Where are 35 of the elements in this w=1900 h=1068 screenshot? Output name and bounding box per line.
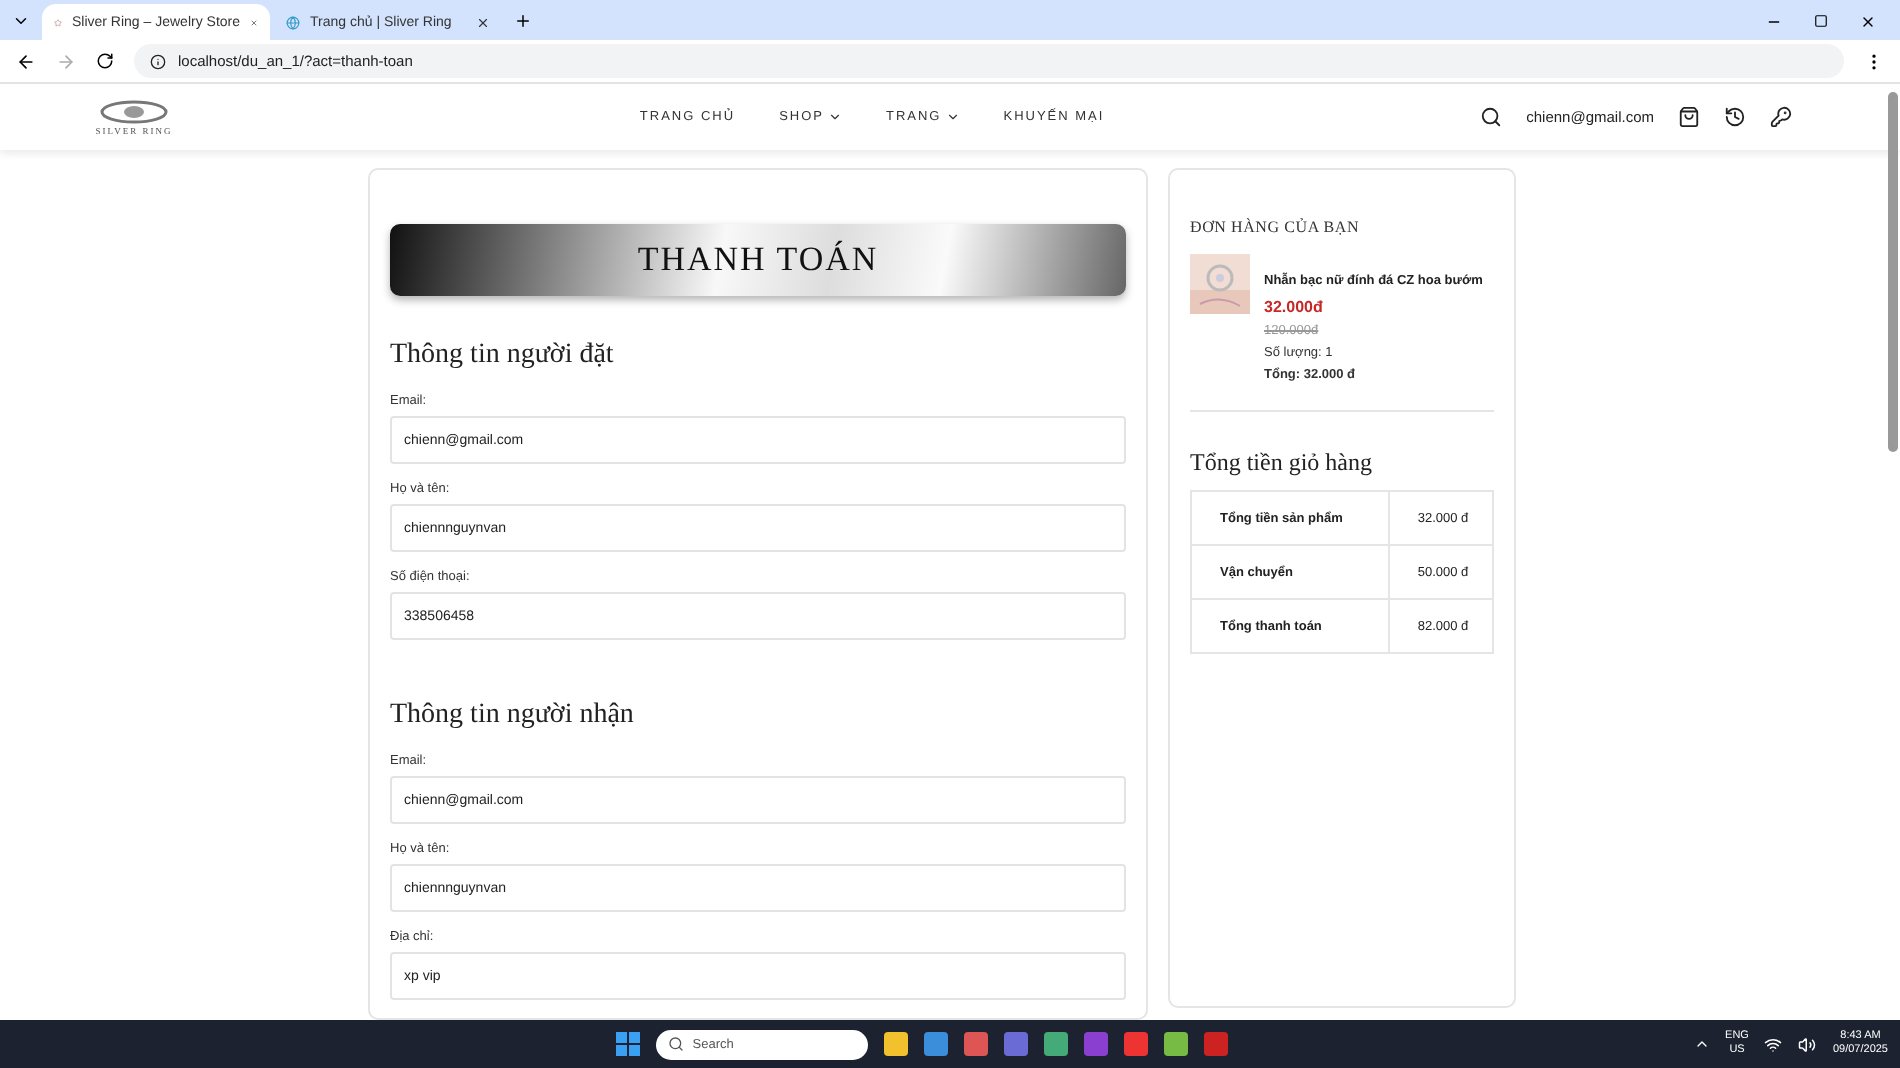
section-title: Thông tin người đặt <box>390 340 616 372</box>
search-icon <box>668 1036 685 1052</box>
order-title: ĐƠN HÀNG CỦA BẠN <box>1190 218 1362 236</box>
info-icon[interactable] <box>150 53 166 69</box>
tab-favicon-icon <box>286 15 300 29</box>
app-icon[interactable] <box>1124 1032 1149 1056</box>
app-icon[interactable] <box>1044 1032 1069 1056</box>
tab-list-icon[interactable] <box>12 12 30 30</box>
ring-logo-icon <box>100 99 168 123</box>
section-title: Thông tin người nhận <box>390 700 636 732</box>
close-icon[interactable] <box>476 15 490 29</box>
network-icon[interactable] <box>1764 1035 1783 1053</box>
product-price: 32.000đ <box>1264 298 1325 317</box>
reload-icon[interactable] <box>96 52 114 70</box>
app-icon[interactable] <box>884 1032 909 1056</box>
new-tab-icon[interactable] <box>514 12 532 30</box>
app-icon[interactable] <box>1164 1032 1189 1056</box>
close-icon[interactable] <box>1860 14 1876 30</box>
totals-title: Tổng tiền giỏ hàng <box>1190 448 1374 479</box>
back-icon[interactable] <box>16 51 36 71</box>
key-icon[interactable] <box>1770 106 1792 128</box>
search-icon[interactable] <box>1480 106 1503 128</box>
caret-icon <box>827 110 842 124</box>
history-icon[interactable] <box>1724 106 1746 128</box>
app-icon[interactable] <box>964 1032 989 1056</box>
shopping-bag-icon[interactable] <box>1678 106 1700 128</box>
tab-favicon-icon <box>54 15 62 29</box>
volume-icon[interactable] <box>1798 1035 1817 1053</box>
caret-icon <box>945 110 960 124</box>
checkout-banner: THANH TOÁN <box>390 224 1126 296</box>
scrollbar[interactable] <box>1888 92 1898 452</box>
app-icon[interactable] <box>924 1032 949 1056</box>
maximize-icon[interactable] <box>1814 14 1828 28</box>
tray-expand-icon[interactable] <box>1693 1036 1710 1052</box>
start-icon[interactable] <box>616 1032 641 1056</box>
